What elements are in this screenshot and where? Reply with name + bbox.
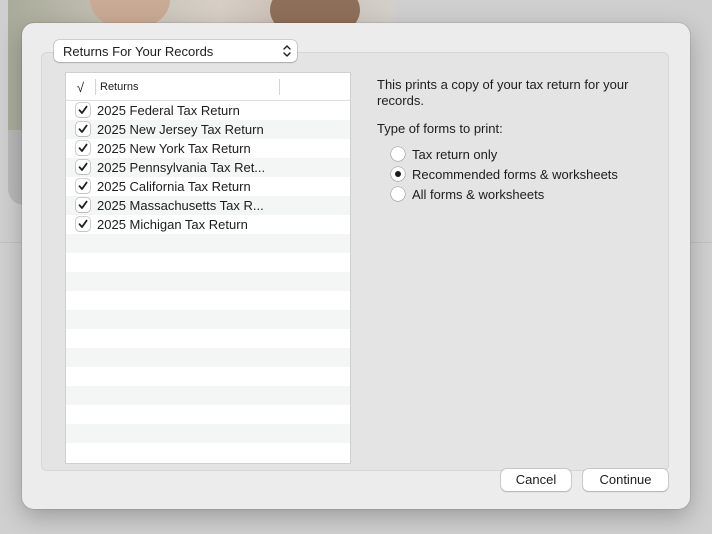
- row-checkbox[interactable]: [76, 217, 90, 231]
- print-type-popup[interactable]: Returns For Your Records: [54, 40, 297, 62]
- print-dialog-sheet: Returns For Your Records √ Returns 2025 …: [22, 23, 690, 509]
- row-label: 2025 Massachusetts Tax R...: [97, 198, 264, 213]
- checkmark-icon: [78, 200, 88, 209]
- column-separator: [279, 79, 280, 95]
- empty-row: [66, 424, 350, 443]
- empty-row: [66, 443, 350, 462]
- print-type-popup-label: Returns For Your Records: [63, 43, 214, 59]
- empty-row: [66, 310, 350, 329]
- row-checkbox[interactable]: [76, 160, 90, 174]
- row-checkbox[interactable]: [76, 179, 90, 193]
- checkmark-icon: [78, 105, 88, 114]
- radio-label: All forms & worksheets: [412, 186, 545, 202]
- header-returns-column[interactable]: Returns: [100, 73, 139, 101]
- row-label: 2025 Pennsylvania Tax Ret...: [97, 160, 266, 175]
- radio-button[interactable]: [391, 187, 405, 201]
- row-label: 2025 California Tax Return: [97, 179, 251, 194]
- row-checkbox[interactable]: [76, 122, 90, 136]
- empty-row: [66, 386, 350, 405]
- table-row[interactable]: 2025 Michigan Tax Return: [66, 215, 350, 234]
- table-row[interactable]: 2025 Massachusetts Tax R...: [66, 196, 350, 215]
- returns-table: √ Returns 2025 Federal Tax Return 2025 Ne…: [65, 72, 351, 464]
- empty-row: [66, 348, 350, 367]
- empty-row: [66, 367, 350, 386]
- empty-row: [66, 253, 350, 272]
- row-checkbox[interactable]: [76, 103, 90, 117]
- empty-row: [66, 234, 350, 253]
- row-label: 2025 New York Tax Return: [97, 141, 251, 156]
- table-row[interactable]: 2025 California Tax Return: [66, 177, 350, 196]
- returns-table-header: √ Returns: [66, 73, 350, 101]
- chevron-up-down-icon: [282, 43, 292, 59]
- empty-row: [66, 272, 350, 291]
- row-checkbox[interactable]: [76, 141, 90, 155]
- description-text: This prints a copy of your tax return fo…: [377, 77, 629, 108]
- empty-row: [66, 329, 350, 348]
- table-row[interactable]: 2025 Pennsylvania Tax Ret...: [66, 158, 350, 177]
- checkmark-icon: [78, 181, 88, 190]
- row-checkbox[interactable]: [76, 198, 90, 212]
- row-label: 2025 New Jersey Tax Return: [97, 122, 264, 137]
- cancel-button[interactable]: Cancel: [501, 469, 571, 491]
- returns-table-rows: 2025 Federal Tax Return 2025 New Jersey T…: [66, 101, 350, 462]
- radio-button[interactable]: [391, 147, 405, 161]
- row-label: 2025 Federal Tax Return: [97, 103, 240, 118]
- table-row[interactable]: 2025 Federal Tax Return: [66, 101, 350, 120]
- column-separator: [95, 79, 96, 95]
- radio-recommended-forms[interactable]: Recommended forms & worksheets: [391, 166, 618, 182]
- row-label: 2025 Michigan Tax Return: [97, 217, 248, 232]
- radio-label: Tax return only: [412, 146, 498, 162]
- checkmark-icon: [78, 143, 88, 152]
- radio-tax-return-only[interactable]: Tax return only: [391, 146, 497, 162]
- table-row[interactable]: 2025 New York Tax Return: [66, 139, 350, 158]
- empty-row: [66, 291, 350, 310]
- empty-row: [66, 405, 350, 424]
- forms-type-label: Type of forms to print:: [377, 121, 503, 136]
- checkmark-icon: [78, 162, 88, 171]
- checkmark-icon: [78, 124, 88, 133]
- table-row[interactable]: 2025 New Jersey Tax Return: [66, 120, 350, 139]
- radio-button[interactable]: [391, 167, 405, 181]
- radio-all-forms[interactable]: All forms & worksheets: [391, 186, 544, 202]
- checkmark-icon: [78, 219, 88, 228]
- continue-button[interactable]: Continue: [583, 469, 668, 491]
- radio-label: Recommended forms & worksheets: [412, 166, 618, 182]
- header-check-column[interactable]: √: [66, 73, 95, 101]
